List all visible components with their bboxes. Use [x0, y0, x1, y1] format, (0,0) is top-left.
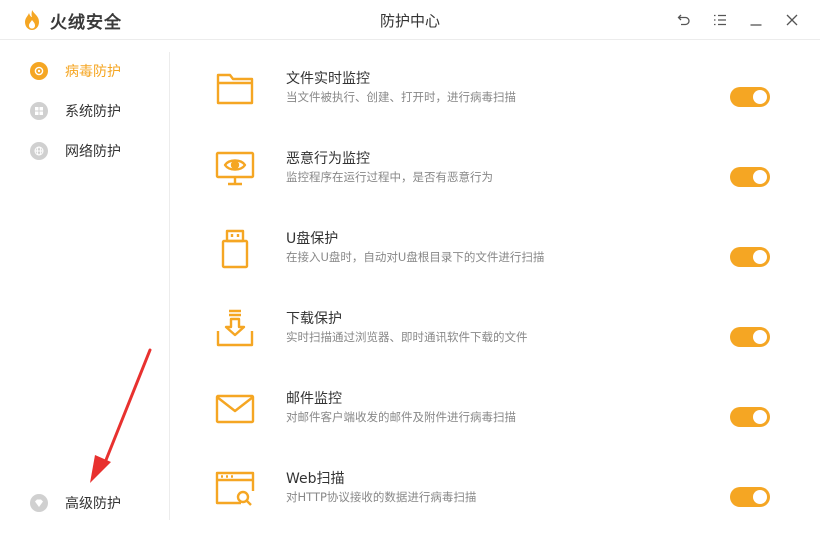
protection-item-download-protection: 下载保护 实时扫描通过浏览器、即时通讯软件下载的文件 [170, 308, 790, 388]
sidebar-item-virus-protection[interactable]: 病毒防护 [30, 60, 121, 82]
brand: 火绒安全 [22, 8, 122, 33]
flame-logo-icon [25, 10, 39, 30]
minimize-button[interactable] [744, 8, 768, 32]
menu-icon [714, 14, 726, 26]
item-title: 邮件监控 [286, 391, 342, 407]
menu-button[interactable] [708, 8, 732, 32]
toggle-knob [753, 90, 767, 104]
protection-item-mail-monitor: 邮件监控 对邮件客户端收发的邮件及附件进行病毒扫描 [170, 388, 790, 468]
item-description: 实时扫描通过浏览器、即时通讯软件下载的文件 [286, 330, 528, 344]
sidebar-item-network-protection[interactable]: 网络防护 [30, 140, 121, 162]
toggle-knob [753, 490, 767, 504]
virus-shield-icon [30, 62, 48, 80]
protection-item-web-scan: Web扫描 对HTTP协议接收的数据进行病毒扫描 [170, 468, 790, 540]
protection-item-file-monitor: 文件实时监控 当文件被执行、创建、打开时，进行病毒扫描 [170, 68, 790, 148]
sidebar-item-label: 病毒防护 [65, 64, 121, 80]
item-title: 文件实时监控 [286, 71, 370, 87]
folder-icon [214, 68, 256, 110]
minimize-icon [750, 24, 762, 26]
sidebar-item-system-protection[interactable]: 系统防护 [30, 100, 121, 122]
toggle-knob [753, 170, 767, 184]
protection-item-usb-protection: U盘保护 在接入U盘时，自动对U盘根目录下的文件进行扫描 [170, 228, 790, 308]
back-button[interactable] [672, 8, 696, 32]
toggle-knob [753, 250, 767, 264]
windows-icon [30, 102, 48, 120]
item-description: 在接入U盘时，自动对U盘根目录下的文件进行扫描 [286, 250, 545, 264]
item-description: 对邮件客户端收发的邮件及附件进行病毒扫描 [286, 410, 516, 424]
sidebar-item-label: 高级防护 [65, 496, 121, 512]
globe-icon [30, 142, 48, 160]
item-description: 对HTTP协议接收的数据进行病毒扫描 [286, 490, 477, 504]
item-title: Web扫描 [286, 471, 345, 487]
sidebar-item-label: 网络防护 [65, 144, 121, 160]
sidebar-item-label: 系统防护 [65, 104, 121, 120]
sidebar-item-advanced-protection[interactable]: 高级防护 [30, 492, 121, 514]
item-title: 恶意行为监控 [286, 151, 370, 167]
brand-name: 火绒安全 [50, 12, 122, 33]
monitor-eye-icon [214, 148, 256, 190]
toggle-knob [753, 330, 767, 344]
item-description: 监控程序在运行过程中，是否有恶意行为 [286, 170, 493, 184]
usb-protection-toggle[interactable] [730, 247, 770, 267]
title-bar: 火绒安全 防护中心 [0, 0, 820, 40]
item-title: U盘保护 [286, 231, 339, 247]
mail-monitor-toggle[interactable] [730, 407, 770, 427]
usb-drive-icon [214, 228, 256, 270]
mail-icon [214, 388, 256, 430]
close-button[interactable] [780, 8, 804, 32]
item-description: 当文件被执行、创建、打开时，进行病毒扫描 [286, 90, 516, 104]
file-monitor-toggle[interactable] [730, 87, 770, 107]
web-scan-icon [214, 468, 256, 510]
gem-icon [30, 494, 48, 512]
download-protection-toggle[interactable] [730, 327, 770, 347]
web-scan-toggle[interactable] [730, 487, 770, 507]
toggle-knob [753, 410, 767, 424]
behavior-monitor-toggle[interactable] [730, 167, 770, 187]
close-icon [786, 14, 798, 26]
download-tray-icon [214, 308, 256, 350]
protection-item-behavior-monitor: 恶意行为监控 监控程序在运行过程中，是否有恶意行为 [170, 148, 790, 228]
window-title: 防护中心 [379, 12, 440, 30]
back-icon [677, 14, 690, 26]
item-title: 下载保护 [286, 311, 342, 327]
